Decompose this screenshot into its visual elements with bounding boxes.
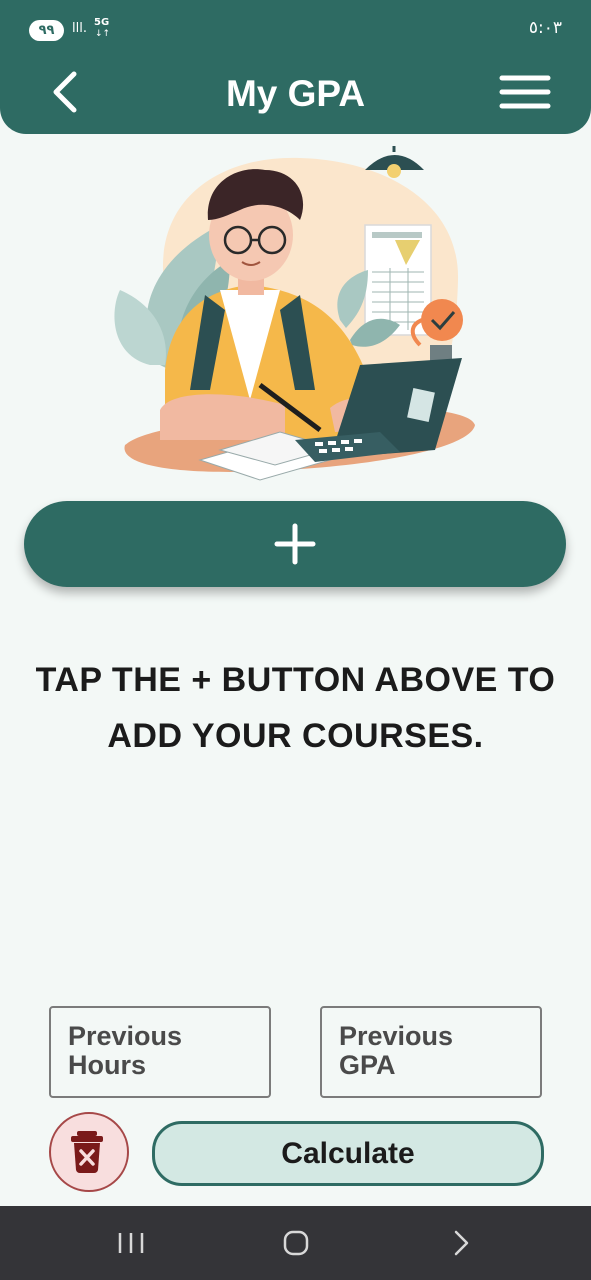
app-bar: ٩٩ lll. 5G ↓↑ ٥:٠٣ My GPA <box>0 0 591 134</box>
plus-icon <box>274 523 316 565</box>
empty-state-message: TAP THE + BUTTON ABOVE TO ADD YOUR COURS… <box>10 652 581 764</box>
previous-hours-placeholder: Previous Hours <box>68 1022 218 1080</box>
previous-gpa-placeholder-line-1: Previous <box>339 1021 454 1051</box>
recent-apps-button[interactable] <box>101 1220 161 1266</box>
data-activity-icon: ↓↑ <box>95 29 111 39</box>
hamburger-menu-icon <box>499 75 551 109</box>
system-nav-bar <box>0 1206 591 1280</box>
system-back-button[interactable] <box>431 1220 491 1266</box>
battery-indicator: ٩٩ <box>29 20 64 41</box>
signal-icon: lll. <box>72 21 87 36</box>
student-studying-illustration <box>114 146 475 481</box>
gpa-screen: ٩٩ lll. 5G ↓↑ ٥:٠٣ My GPA TAP THE + BUTT… <box>0 0 591 1280</box>
previous-hours-field[interactable]: Previous Hours <box>49 1006 271 1098</box>
home-icon <box>283 1230 309 1256</box>
trash-icon <box>71 1131 103 1173</box>
clear-courses-button[interactable] <box>49 1112 129 1192</box>
empty-state-line-2: ADD YOUR COURSES. <box>107 717 484 755</box>
back-chevron-icon <box>454 1230 469 1256</box>
home-button[interactable] <box>266 1220 326 1266</box>
previous-gpa-field[interactable]: Previous GPA <box>320 1006 542 1098</box>
menu-button[interactable] <box>496 70 554 114</box>
recent-apps-icon <box>118 1233 144 1253</box>
previous-gpa-placeholder: Previous GPA <box>339 1022 489 1080</box>
status-clock: ٥:٠٣ <box>528 18 562 38</box>
network-type: 5G <box>94 17 110 28</box>
empty-state-line-1: TAP THE + BUTTON ABOVE TO <box>35 661 556 699</box>
status-bar: ٩٩ lll. 5G ↓↑ ٥:٠٣ <box>0 0 591 56</box>
previous-gpa-placeholder-line-2: GPA <box>339 1050 396 1080</box>
previous-hours-placeholder-line-2: Hours <box>68 1050 147 1080</box>
previous-hours-placeholder-line-1: Previous <box>68 1021 183 1051</box>
add-course-button[interactable] <box>24 501 566 587</box>
calculate-button[interactable]: Calculate <box>152 1121 544 1186</box>
